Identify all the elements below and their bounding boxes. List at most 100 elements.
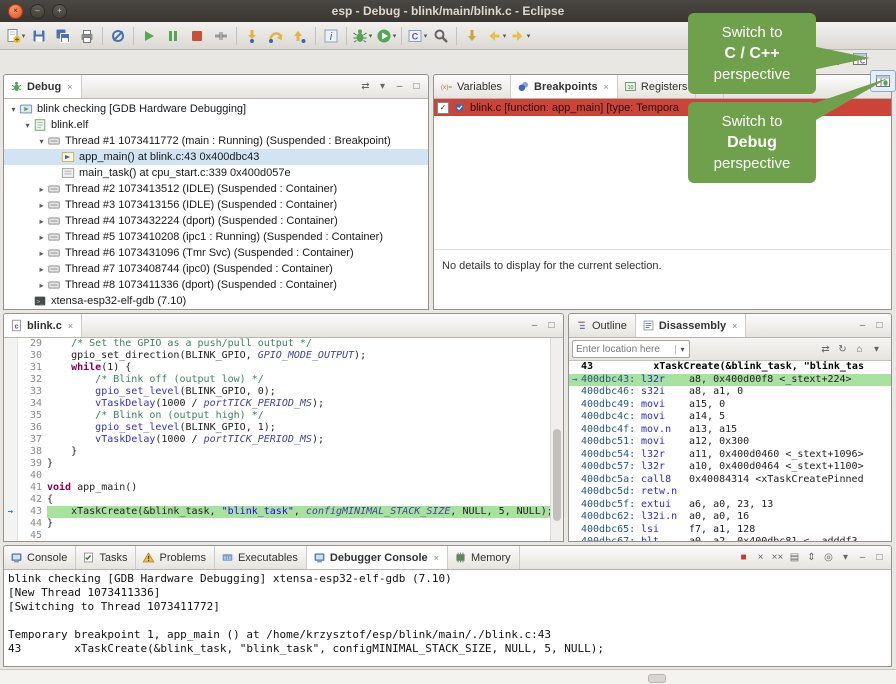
disassembly-row[interactable]: 400dbc4c:movia14, 5 <box>569 411 891 424</box>
disassembly-row[interactable]: 400dbc46:s32ia8, a1, 0 <box>569 386 891 399</box>
tree-expander-icon[interactable]: ▸ <box>36 249 47 258</box>
maximize-icon[interactable]: □ <box>409 79 424 95</box>
tree-item[interactable]: ▸Thread #4 1073432224 (dport) (Suspended… <box>4 213 428 229</box>
tree-item[interactable]: ▸Thread #5 1073410208 (ipc1 : Running) (… <box>4 229 428 245</box>
tab-disassembly[interactable]: Disassembly× <box>636 314 747 337</box>
code-line[interactable]: 38 } <box>4 446 563 458</box>
tab-breakpoints[interactable]: Breakpoints× <box>511 75 618 98</box>
step-into-button[interactable] <box>240 25 264 47</box>
maximize-icon[interactable]: □ <box>544 318 559 334</box>
tree-item[interactable]: ▸Thread #8 1073411336 (dport) (Suspended… <box>4 277 428 293</box>
tab-blink-c[interactable]: cblink.c× <box>4 314 82 337</box>
link-with-editor-icon[interactable]: ⇄ <box>358 79 373 95</box>
tree-item[interactable]: main_task() at cpu_start.c:339 0x400d057… <box>4 165 428 181</box>
tab-tasks[interactable]: Tasks <box>76 546 136 569</box>
tree-expander-icon[interactable]: ▸ <box>36 281 47 290</box>
new-wizard-button[interactable]: ▾ <box>3 25 27 47</box>
code-line[interactable]: →43 xTaskCreate(&blink_task, "blink_task… <box>4 506 563 518</box>
location-input[interactable] <box>573 344 675 355</box>
breakpoint-ruler[interactable] <box>4 362 18 374</box>
window-minimize-button[interactable]: – <box>30 4 45 19</box>
forward-button[interactable]: ▾ <box>508 25 532 47</box>
code-line[interactable]: 40 <box>4 470 563 482</box>
print-button[interactable] <box>75 25 99 47</box>
tab-close-icon[interactable]: × <box>604 82 609 92</box>
tree-expander-icon[interactable]: ▸ <box>36 217 47 226</box>
location-combo[interactable]: ▾ <box>572 340 690 358</box>
code-line[interactable]: 32 /* Blink off (output low) */ <box>4 374 563 386</box>
remove-launch-icon[interactable]: × <box>753 550 768 566</box>
disassembly-row[interactable]: 400dbc5f:extuia6, a0, 23, 13 <box>569 499 891 512</box>
code-line[interactable]: 39} <box>4 458 563 470</box>
tab-outline[interactable]: Outline <box>569 314 636 337</box>
dropdown-arrow-icon[interactable]: ▾ <box>393 32 397 40</box>
tree-item[interactable]: ▾blink.elf <box>4 117 428 133</box>
tab-close-icon[interactable]: × <box>434 553 439 563</box>
code-line[interactable]: 36 gpio_set_level(BLINK_GPIO, 1); <box>4 422 563 434</box>
tree-expander-icon[interactable]: ▾ <box>8 105 19 114</box>
terminate-button[interactable] <box>185 25 209 47</box>
tree-expander-icon[interactable]: ▾ <box>36 137 47 146</box>
tab-registers[interactable]: 10Registers <box>618 75 696 98</box>
code-line[interactable]: 45 <box>4 530 563 541</box>
tree-expander-icon[interactable]: ▸ <box>36 201 47 210</box>
tree-item[interactable]: ▸Thread #3 1073413156 (IDLE) (Suspended … <box>4 197 428 213</box>
tab-memory[interactable]: Memory <box>448 546 520 569</box>
disassembly-row[interactable]: 400dbc4f:mov.na13, a15 <box>569 424 891 437</box>
code-line[interactable]: 31 while(1) { <box>4 362 563 374</box>
skip-breakpoints-button[interactable] <box>106 25 130 47</box>
debug-button[interactable]: ▾ <box>350 25 374 47</box>
editor-scrollbar-thumb[interactable] <box>553 429 561 520</box>
menu-icon[interactable]: ▾ <box>869 341 884 357</box>
breakpoint-ruler[interactable] <box>4 398 18 410</box>
last-edit-location-button[interactable] <box>460 25 484 47</box>
breakpoint-ruler[interactable] <box>4 458 18 470</box>
instruction-stepping-button[interactable]: i <box>319 25 343 47</box>
dropdown-arrow-icon[interactable]: ▾ <box>369 32 373 40</box>
tree-expander-icon[interactable]: ▸ <box>36 185 47 194</box>
code-line[interactable]: 42{ <box>4 494 563 506</box>
disassembly-row[interactable]: 400dbc54:l32ra11, 0x400d0460 <_stext+109… <box>569 449 891 462</box>
tab-close-icon[interactable]: × <box>67 82 72 92</box>
step-return-button[interactable] <box>288 25 312 47</box>
code-line[interactable]: 30 gpio_set_direction(BLINK_GPIO, GPIO_M… <box>4 350 563 362</box>
tab-problems[interactable]: Problems <box>136 546 214 569</box>
save-button[interactable] <box>27 25 51 47</box>
disassembly-list[interactable]: 43 xTaskCreate(&blink_task, "blink_tas→4… <box>569 361 891 541</box>
breakpoint-ruler[interactable] <box>4 434 18 446</box>
maximize-icon[interactable]: □ <box>872 318 887 334</box>
tab-variables[interactable]: (x)=Variables <box>434 75 511 98</box>
breakpoint-ruler[interactable] <box>4 530 18 541</box>
tree-expander-icon[interactable]: ▸ <box>36 233 47 242</box>
disassembly-row[interactable]: 400dbc49:movia15, 0 <box>569 399 891 412</box>
tree-expander-icon[interactable]: ▾ <box>22 121 33 130</box>
suspend-button[interactable] <box>161 25 185 47</box>
console-output[interactable]: blink checking [GDB Hardware Debugging] … <box>4 570 891 667</box>
dropdown-arrow-icon[interactable]: ▾ <box>22 32 26 40</box>
refresh-icon[interactable]: ↻ <box>835 341 850 357</box>
breakpoint-ruler[interactable] <box>4 338 18 350</box>
breakpoint-checkbox[interactable]: ✓ <box>437 102 449 114</box>
window-close-button[interactable]: × <box>8 4 23 19</box>
disassembly-row[interactable]: 400dbc51:movia12, 0x300 <box>569 436 891 449</box>
dropdown-arrow-icon[interactable]: ▾ <box>527 32 531 40</box>
scroll-lock-icon[interactable]: ⇕ <box>804 550 819 566</box>
code-line[interactable]: 34 vTaskDelay(1000 / portTICK_PERIOD_MS)… <box>4 398 563 410</box>
minimize-icon[interactable]: – <box>392 79 407 95</box>
dropdown-arrow-icon[interactable]: ▾ <box>424 32 428 40</box>
breakpoint-ruler[interactable] <box>4 518 18 530</box>
breakpoint-ruler[interactable] <box>4 446 18 458</box>
disassembly-row[interactable]: →400dbc43:l32ra8, 0x400d00f8 <_stext+224… <box>569 374 891 387</box>
disassembly-row[interactable]: 400dbc65:lsif7, a1, 128 <box>569 524 891 537</box>
save-all-button[interactable] <box>51 25 75 47</box>
tab-debug[interactable]: Debug× <box>4 75 82 98</box>
instruction-pointer-icon[interactable]: → <box>4 506 18 518</box>
tree-item[interactable]: app_main() at blink.c:43 0x400dbc43 <box>4 149 428 165</box>
minimize-icon[interactable]: – <box>855 550 870 566</box>
minimize-icon[interactable]: – <box>527 318 542 334</box>
link-with-editor-icon[interactable]: ⇄ <box>818 341 833 357</box>
step-over-button[interactable] <box>264 25 288 47</box>
disassembly-row[interactable]: 400dbc67:blta0, a2, 0x400dbc81 <__adddf3 <box>569 536 891 541</box>
disassembly-row[interactable]: 400dbc62:l32i.na0, a0, 16 <box>569 511 891 524</box>
tree-item[interactable]: ▸Thread #6 1073431096 (Tmr Svc) (Suspend… <box>4 245 428 261</box>
